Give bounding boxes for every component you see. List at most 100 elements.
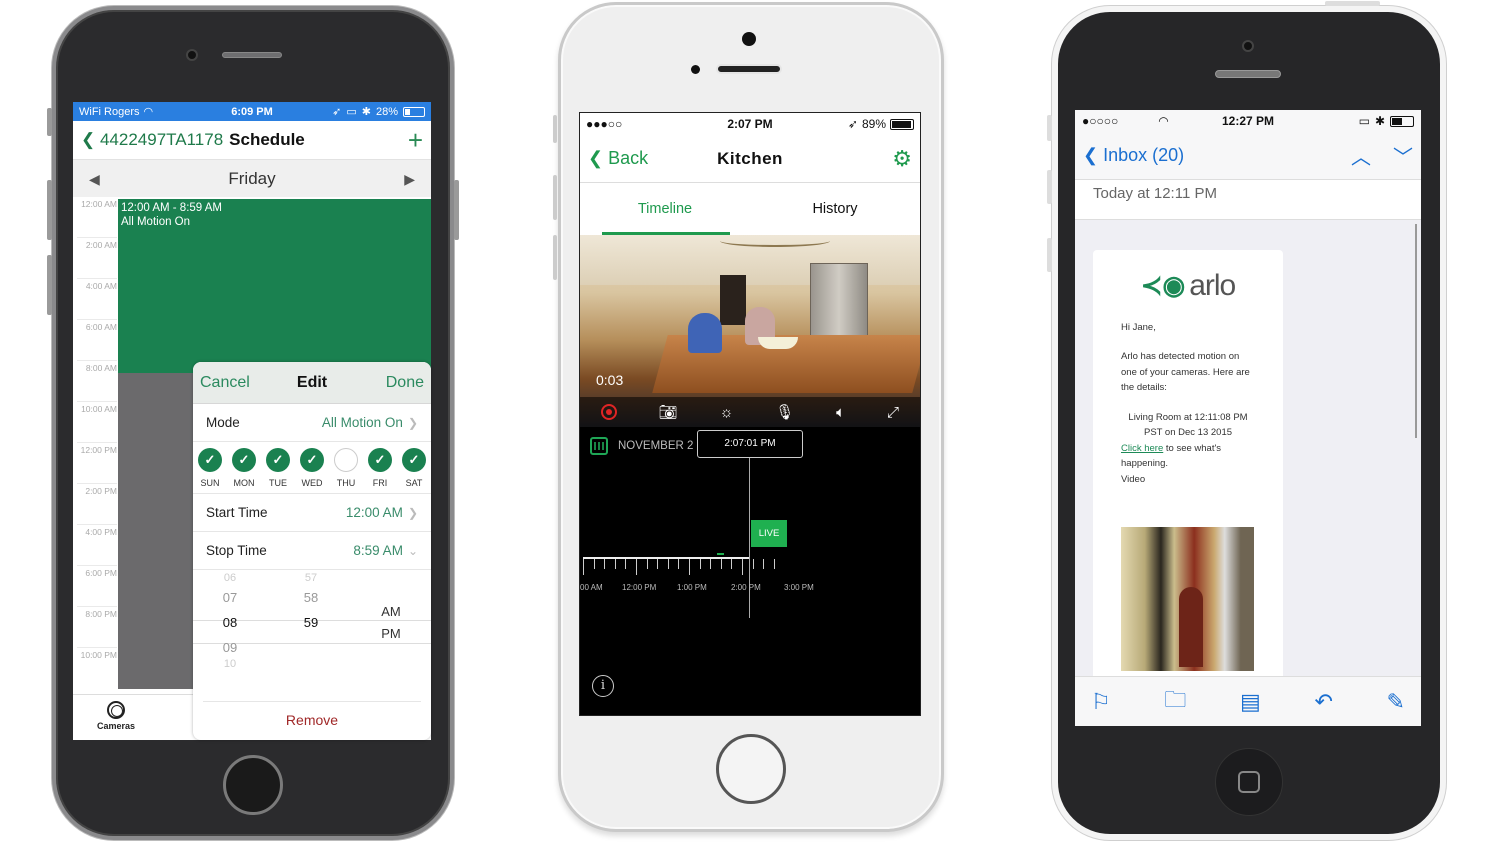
day-toggle-fri[interactable]: ✓ FRI: [367, 448, 393, 493]
day-toggle-thu[interactable]: THU: [333, 448, 359, 493]
back-label: Back: [608, 148, 649, 168]
hour-label: 6:00 AM: [85, 322, 117, 332]
hour-gridline: [77, 237, 117, 238]
home-button[interactable]: [1215, 748, 1283, 816]
motion-video-thumbnail[interactable]: [1121, 527, 1254, 671]
hummingbird-icon: ≺◉: [1140, 270, 1186, 300]
picker-minute[interactable]: 58: [291, 590, 331, 605]
info-icon[interactable]: i: [592, 675, 614, 697]
back-button[interactable]: ❮ 4422497TA1178: [81, 130, 223, 150]
chevron-left-icon: ❮: [1083, 145, 1104, 165]
fullscreen-icon[interactable]: ⤢: [887, 404, 899, 421]
timeline-tick: [678, 559, 680, 569]
stop-time-row[interactable]: Stop Time 8:59 AM ⌄: [193, 532, 431, 570]
status-time: 12:27 PM: [1221, 114, 1275, 128]
timeline-tick: [720, 559, 722, 569]
day-toggle-mon[interactable]: ✓ MON: [231, 448, 257, 493]
day-toggle-sun[interactable]: ✓ SUN: [197, 448, 223, 493]
mode-row[interactable]: Mode All Motion On ❯: [193, 404, 431, 442]
timeline-motion-marker[interactable]: [717, 553, 724, 555]
speaker-icon[interactable]: 🔈︎: [836, 404, 845, 421]
battery-icon: [1390, 115, 1414, 127]
stop-time-value: 8:59 AM: [353, 543, 403, 558]
picker-ampm[interactable]: AM: [371, 604, 411, 619]
kitchen-screen: ●●●○○ 2:07 PM ➶ 89% ❮ Back Kitchen ⚙ Tim…: [579, 112, 921, 716]
timeline-hour-label: 00 AM: [580, 583, 603, 592]
power-button: [454, 180, 459, 240]
timeline-cursor[interactable]: [749, 458, 750, 618]
picker-ampm[interactable]: PM: [371, 626, 411, 641]
live-video-feed[interactable]: 0:03 📷︎ ☼ 🎙︎ 🔈︎ ⤢: [580, 235, 920, 427]
hour-label: 4:00 PM: [85, 527, 117, 537]
click-here-link[interactable]: Click here: [1121, 443, 1163, 454]
back-button[interactable]: ❮ Back: [588, 148, 648, 169]
prev-day-button[interactable]: ◀: [89, 171, 100, 188]
record-icon[interactable]: [600, 404, 617, 420]
mute-switch: [47, 108, 52, 136]
live-button[interactable]: LIVE: [751, 520, 787, 547]
email-detail-line1: Living Room at 12:11:08 PM: [1128, 411, 1248, 423]
mail-screen: ●○○○○ ◠ 12:27 PM ▭ ✱ ❮ Inbox (20) ︿ ﹀ To…: [1075, 110, 1421, 726]
day-label: WED: [301, 478, 323, 488]
folder-icon[interactable]: 🗀: [1164, 683, 1186, 721]
picker-minute[interactable]: 59: [291, 615, 331, 630]
picker-hour[interactable]: 10: [210, 658, 250, 670]
time-picker[interactable]: 06 07 08 09 10 57 58 59 AM PM: [193, 570, 431, 702]
home-button[interactable]: [223, 755, 283, 815]
day-toggle-wed[interactable]: ✓ WED: [299, 448, 325, 493]
compose-icon[interactable]: ✎: [1387, 689, 1405, 715]
picker-hour[interactable]: 06: [210, 572, 250, 584]
picker-hour[interactable]: 08: [210, 615, 250, 630]
hour-gridline: [77, 442, 117, 443]
hour-label: 10:00 PM: [80, 650, 117, 660]
start-time-row[interactable]: Start Time 12:00 AM ❯: [193, 494, 431, 532]
tab-timeline[interactable]: Timeline: [580, 183, 750, 235]
timeline-tick: [667, 559, 669, 569]
scrollbar[interactable]: [1415, 224, 1417, 438]
timeline-tick: [699, 559, 701, 569]
mode-label: Mode: [206, 415, 240, 430]
email-video-label: Video: [1121, 473, 1146, 485]
email-intro: Arlo has detected motion on one of your …: [1121, 351, 1250, 393]
day-label: THU: [336, 478, 356, 488]
previous-message-icon[interactable]: ︿: [1351, 141, 1371, 170]
arlo-wordmark: arlo: [1189, 269, 1236, 302]
earpiece-speaker: [222, 52, 282, 58]
next-day-button[interactable]: ▶: [404, 171, 415, 188]
camera-snapshot-icon[interactable]: 📷︎: [659, 403, 678, 421]
brightness-icon[interactable]: ☼: [720, 404, 734, 421]
inbox-label: Inbox (20): [1103, 145, 1185, 165]
day-label: SAT: [405, 478, 423, 488]
cancel-button[interactable]: Cancel: [200, 374, 250, 392]
flag-icon[interactable]: ⚐: [1091, 689, 1111, 715]
done-button[interactable]: Done: [386, 374, 424, 392]
timeline-panel[interactable]: NOVEMBER 2 2:07:01 PM LIVE i 00 AM 12:00 …: [580, 427, 920, 715]
timeline-date-label: NOVEMBER 2: [618, 440, 694, 452]
reply-icon[interactable]: ↶: [1314, 689, 1332, 715]
day-toggle-tue[interactable]: ✓ TUE: [265, 448, 291, 493]
remove-button[interactable]: Remove: [193, 702, 431, 728]
status-time: 2:07 PM: [727, 117, 773, 131]
archive-icon[interactable]: ▤: [1240, 689, 1261, 715]
next-message-icon[interactable]: ﹀: [1393, 141, 1413, 170]
home-button[interactable]: [716, 734, 786, 804]
add-schedule-button[interactable]: +: [408, 125, 423, 156]
front-camera: [1242, 40, 1254, 52]
timeline-date[interactable]: NOVEMBER 2: [590, 437, 693, 455]
picker-hour[interactable]: 09: [210, 640, 250, 655]
schedule-event-block[interactable]: 12:00 AM - 8:59 AM All Motion On: [118, 199, 431, 373]
microphone-icon[interactable]: 🎙︎: [775, 403, 794, 421]
tabs: Timeline History: [580, 183, 920, 235]
chevron-right-icon: ❯: [407, 505, 418, 520]
tab-history[interactable]: History: [750, 183, 920, 235]
message-date: Today at 12:11 PM: [1075, 180, 1421, 220]
picker-minute[interactable]: 57: [291, 572, 331, 584]
timeline-hour-label: 12:00 PM: [622, 583, 657, 592]
tab-cameras[interactable]: Cameras: [97, 701, 135, 731]
gear-icon[interactable]: ⚙: [892, 146, 912, 172]
picker-hour[interactable]: 07: [210, 590, 250, 605]
day-toggle-sat[interactable]: ✓ SAT: [401, 448, 427, 493]
inbox-back-button[interactable]: ❮ Inbox (20): [1083, 145, 1184, 166]
video-chandelier: [720, 235, 830, 247]
sheet-header: Cancel Edit Done: [193, 362, 431, 404]
